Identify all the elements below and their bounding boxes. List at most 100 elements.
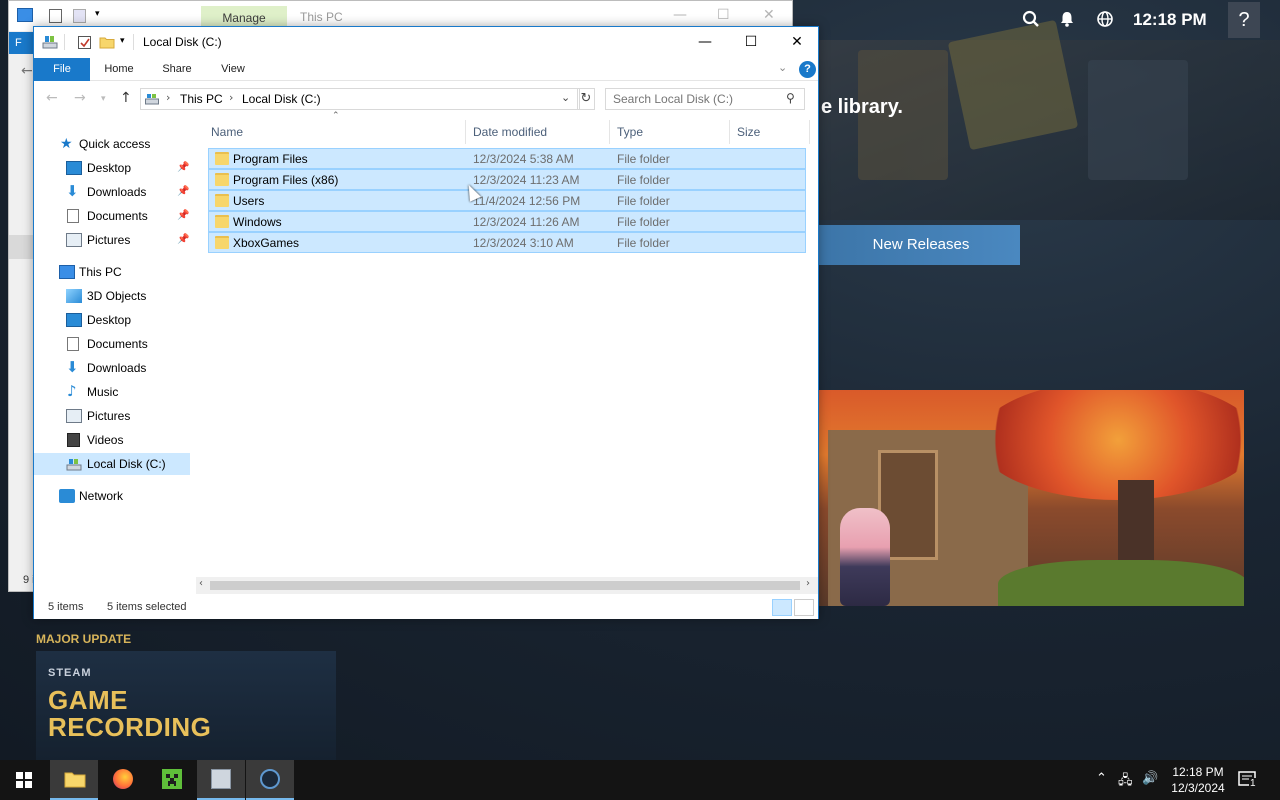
new-folder-icon[interactable] bbox=[73, 9, 86, 23]
network-icon bbox=[59, 489, 75, 503]
search-icon[interactable] bbox=[1021, 10, 1041, 30]
expand-ribbon-icon[interactable]: ⌄ bbox=[778, 61, 787, 74]
search-input[interactable] bbox=[606, 89, 784, 109]
nav-network[interactable]: Network bbox=[34, 485, 190, 507]
breadcrumb-this-pc[interactable]: This PC bbox=[180, 92, 223, 106]
pictures-icon bbox=[66, 233, 82, 247]
refresh-button[interactable]: ↻ bbox=[577, 88, 595, 110]
pin-icon[interactable]: 📌 bbox=[177, 181, 189, 203]
scrollbar-thumb[interactable] bbox=[210, 581, 800, 590]
nav-local-disk[interactable]: Local Disk (C:) bbox=[34, 453, 190, 475]
tab-file[interactable]: File bbox=[34, 58, 90, 81]
back-file-tab[interactable]: F bbox=[9, 32, 35, 54]
nav-videos[interactable]: Videos bbox=[34, 429, 190, 451]
address-bar[interactable]: › This PC › Local Disk (C:) ⌄ bbox=[140, 88, 580, 110]
taskbar-clock[interactable]: 12:18 PM 12/3/2024 bbox=[1166, 764, 1230, 796]
nav-documents[interactable]: Documents bbox=[34, 333, 190, 355]
nav-this-pc[interactable]: This PC bbox=[34, 261, 190, 283]
minimize-button[interactable]: — bbox=[682, 27, 728, 58]
help-icon[interactable]: ? bbox=[799, 61, 816, 78]
pin-icon[interactable]: 📌 bbox=[177, 229, 189, 251]
breadcrumb-separator-icon[interactable]: › bbox=[229, 91, 233, 104]
taskbar-steam[interactable] bbox=[246, 760, 294, 800]
network-icon[interactable]: 🖧 bbox=[1118, 771, 1133, 793]
close-icon[interactable]: ✕ bbox=[763, 7, 775, 23]
tab-home[interactable]: Home bbox=[94, 58, 144, 81]
globe-icon[interactable] bbox=[1095, 10, 1115, 30]
taskbar-minecraft[interactable] bbox=[148, 760, 196, 800]
tab-share[interactable]: Share bbox=[152, 58, 202, 81]
close-button[interactable]: ✕ bbox=[774, 27, 820, 58]
nav-quick-downloads[interactable]: ⬇ Downloads 📌 bbox=[34, 181, 190, 203]
steam-icon bbox=[260, 769, 280, 789]
search-box[interactable]: ⚲ bbox=[605, 88, 805, 110]
window-titlebar[interactable]: ▾ Local Disk (C:) — ☐ ✕ bbox=[34, 27, 818, 58]
maximize-button[interactable]: ☐ bbox=[728, 27, 774, 58]
nav-desktop[interactable]: Desktop bbox=[34, 309, 190, 331]
back-arrow-icon[interactable]: ← bbox=[46, 90, 58, 106]
new-folder-icon[interactable] bbox=[99, 35, 115, 50]
file-type: File folder bbox=[617, 236, 670, 250]
table-row[interactable]: Program Files 12/3/2024 5:38 AM File fol… bbox=[208, 148, 806, 169]
breadcrumb-local-disk[interactable]: Local Disk (C:) bbox=[242, 92, 321, 106]
start-button[interactable] bbox=[0, 760, 48, 800]
breadcrumb-separator-icon[interactable]: › bbox=[166, 91, 170, 104]
library-heading: e library. bbox=[821, 96, 903, 118]
nav-downloads[interactable]: ⬇ Downloads bbox=[34, 357, 190, 379]
table-row[interactable]: Windows 12/3/2024 11:26 AM File folder bbox=[208, 211, 806, 232]
back-arrow-icon[interactable]: ← bbox=[21, 63, 33, 79]
maximize-icon[interactable]: ☐ bbox=[717, 7, 730, 23]
pin-icon[interactable]: 📌 bbox=[177, 157, 189, 179]
scroll-left-icon[interactable]: ‹ bbox=[199, 578, 203, 589]
pin-icon[interactable]: 📌 bbox=[177, 205, 189, 227]
nav-quick-access[interactable]: ★ Quick access bbox=[34, 133, 190, 155]
properties-icon[interactable] bbox=[77, 35, 93, 50]
file-date: 12/3/2024 5:38 AM bbox=[473, 152, 574, 166]
column-name[interactable]: Name bbox=[204, 120, 466, 144]
column-type[interactable]: Type bbox=[610, 120, 730, 144]
scroll-right-icon[interactable]: › bbox=[806, 578, 810, 589]
taskbar-file-explorer[interactable] bbox=[50, 760, 98, 800]
table-row[interactable]: Program Files (x86) 12/3/2024 11:23 AM F… bbox=[208, 169, 806, 190]
local-disk-window[interactable]: ▾ Local Disk (C:) — ☐ ✕ File Home Share … bbox=[33, 26, 819, 619]
address-dropdown-icon[interactable]: ⌄ bbox=[561, 91, 570, 104]
column-size[interactable]: Size bbox=[730, 120, 810, 144]
nav-label: Videos bbox=[87, 433, 124, 447]
notification-center-button[interactable]: 1 bbox=[1238, 770, 1258, 790]
volume-icon[interactable]: 🔊 bbox=[1142, 771, 1158, 786]
nav-quick-documents[interactable]: Documents 📌 bbox=[34, 205, 190, 227]
customize-chevron-icon[interactable]: ▾ bbox=[95, 9, 100, 19]
new-releases-button[interactable]: New Releases bbox=[818, 225, 1020, 265]
taskbar-firefox[interactable] bbox=[99, 760, 147, 800]
table-row[interactable]: XboxGames 12/3/2024 3:10 AM File folder bbox=[208, 232, 806, 253]
horizontal-scrollbar[interactable]: ‹ › bbox=[196, 577, 818, 594]
tab-view[interactable]: View bbox=[208, 58, 258, 81]
music-note-icon: ♪ bbox=[67, 382, 77, 400]
large-icons-view-button[interactable] bbox=[794, 599, 814, 616]
notification-bell-icon[interactable] bbox=[1057, 10, 1077, 30]
file-name: Windows bbox=[233, 215, 282, 229]
game-recording-banner[interactable]: STEAM GAME RECORDING bbox=[36, 651, 336, 760]
nav-label: Desktop bbox=[87, 161, 132, 175]
table-row[interactable]: Users 11/4/2024 12:56 PM File folder bbox=[208, 190, 806, 211]
nav-pictures[interactable]: Pictures bbox=[34, 405, 190, 427]
featured-game-art[interactable] bbox=[818, 390, 1244, 606]
divider bbox=[64, 34, 65, 50]
column-date-modified[interactable]: Date modified bbox=[466, 120, 610, 144]
nav-3d-objects[interactable]: 3D Objects bbox=[34, 285, 190, 307]
help-button[interactable]: ? bbox=[1228, 2, 1260, 38]
minimize-icon[interactable]: — bbox=[673, 7, 687, 23]
taskbar-explorer-windows[interactable] bbox=[197, 760, 245, 800]
properties-icon[interactable] bbox=[49, 9, 62, 23]
customize-chevron-icon[interactable]: ▾ bbox=[120, 36, 125, 46]
forward-arrow-icon[interactable]: → bbox=[74, 90, 86, 106]
file-type: File folder bbox=[617, 194, 670, 208]
folder-icon bbox=[215, 173, 229, 186]
up-arrow-icon[interactable]: ↑ bbox=[120, 90, 132, 106]
show-hidden-icons-icon[interactable]: ⌃ bbox=[1096, 771, 1107, 786]
recent-locations-chevron-icon[interactable]: ▾ bbox=[101, 94, 106, 104]
nav-music[interactable]: ♪ Music bbox=[34, 381, 190, 403]
details-view-button[interactable] bbox=[772, 599, 792, 616]
nav-quick-desktop[interactable]: Desktop 📌 bbox=[34, 157, 190, 179]
nav-quick-pictures[interactable]: Pictures 📌 bbox=[34, 229, 190, 251]
